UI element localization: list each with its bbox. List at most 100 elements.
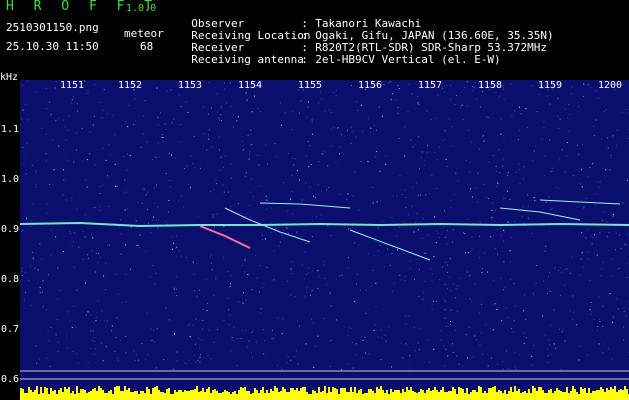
noise-dot — [559, 328, 560, 330]
noise-dot — [173, 118, 175, 120]
noise-dot — [280, 124, 282, 126]
noise-dot — [561, 331, 563, 333]
noise-dot — [208, 129, 210, 131]
noise-dot — [472, 196, 473, 198]
noise-dot — [380, 200, 382, 202]
noise-dot — [531, 364, 533, 366]
noise-dot — [608, 232, 610, 234]
signal-level-bar — [154, 387, 156, 400]
signal-level-bar — [302, 387, 304, 400]
noise-dot — [515, 171, 517, 173]
noise-dot — [525, 108, 527, 110]
noise-dot — [578, 153, 580, 155]
noise-dot — [242, 302, 244, 304]
noise-dot — [110, 154, 112, 156]
noise-dot — [550, 201, 552, 203]
noise-dot — [401, 194, 403, 195]
noise-dot — [94, 337, 95, 338]
noise-dot — [560, 267, 562, 269]
noise-dot — [172, 368, 174, 370]
noise-dot — [265, 238, 266, 240]
signal-level-bar — [354, 387, 356, 400]
noise-dot — [560, 295, 561, 297]
signal-level-bar — [342, 388, 344, 400]
noise-dot — [169, 180, 171, 181]
noise-dot — [254, 95, 255, 97]
noise-dot — [84, 236, 86, 238]
noise-dot — [254, 255, 256, 257]
meta-row-antenna: Receiving antenna: 2el-HB9CV Vertical (el… — [178, 40, 500, 66]
noise-dot — [452, 283, 454, 285]
noise-dot — [446, 166, 448, 167]
noise-dot — [249, 191, 251, 193]
noise-dot — [230, 350, 232, 352]
noise-dot — [376, 151, 378, 153]
noise-dot — [301, 264, 303, 266]
noise-dot — [37, 269, 39, 271]
detection-count: 68 — [140, 40, 154, 53]
noise-dot — [422, 251, 424, 253]
noise-dot — [362, 357, 364, 359]
noise-dot — [306, 292, 308, 294]
noise-dot — [81, 128, 83, 130]
noise-dot — [276, 156, 278, 158]
signal-level-bar — [462, 389, 464, 400]
signal-level-bar — [234, 391, 236, 400]
noise-dot — [555, 187, 557, 188]
noise-dot — [503, 197, 505, 199]
signal-level-bar — [410, 387, 412, 400]
noise-dot — [509, 368, 511, 370]
signal-level-bar — [94, 388, 96, 400]
noise-dot — [250, 352, 252, 354]
noise-dot — [87, 257, 89, 259]
noise-dot — [602, 352, 604, 354]
noise-dot — [405, 343, 407, 345]
noise-dot — [445, 261, 447, 263]
noise-dot — [398, 138, 400, 139]
noise-dot — [506, 221, 508, 223]
noise-dot — [32, 257, 34, 259]
noise-dot — [238, 202, 240, 204]
x-tick-label: 1152 — [118, 80, 143, 91]
noise-dot — [112, 114, 114, 116]
y-tick-label: 0.6 — [1, 374, 20, 385]
noise-dot — [606, 137, 608, 139]
noise-dot — [192, 163, 194, 165]
y-tick-label: 0.7 — [1, 324, 20, 335]
noise-dot — [299, 112, 300, 114]
noise-dot — [484, 130, 486, 132]
signal-level-bar — [522, 392, 524, 400]
noise-dot — [106, 320, 108, 322]
noise-dot — [186, 165, 188, 167]
noise-dot — [461, 104, 463, 106]
noise-dot — [231, 196, 233, 198]
noise-dot — [24, 298, 26, 300]
signal-level-bar — [32, 392, 34, 400]
noise-dot — [572, 175, 574, 176]
noise-dot — [150, 232, 152, 234]
noise-dot — [25, 173, 27, 175]
noise-dot — [291, 191, 293, 192]
noise-dot — [46, 203, 48, 205]
noise-dot — [307, 141, 309, 142]
noise-dot — [407, 110, 409, 112]
noise-dot — [147, 354, 149, 356]
signal-level-bar — [338, 394, 340, 400]
noise-dot — [560, 369, 562, 371]
noise-dot — [519, 130, 521, 132]
noise-dot — [522, 206, 524, 208]
noise-dot — [596, 330, 598, 332]
noise-dot — [314, 197, 316, 198]
noise-dot — [514, 305, 516, 307]
noise-dot — [621, 111, 623, 113]
noise-dot — [440, 339, 442, 341]
noise-dot — [139, 246, 141, 248]
noise-dot — [607, 250, 609, 251]
noise-dot — [211, 269, 213, 271]
noise-dot — [453, 194, 455, 196]
noise-dot — [208, 82, 210, 84]
noise-dot — [532, 159, 534, 161]
noise-dot — [291, 175, 293, 177]
noise-dot — [290, 198, 291, 200]
noise-dot — [93, 322, 95, 324]
